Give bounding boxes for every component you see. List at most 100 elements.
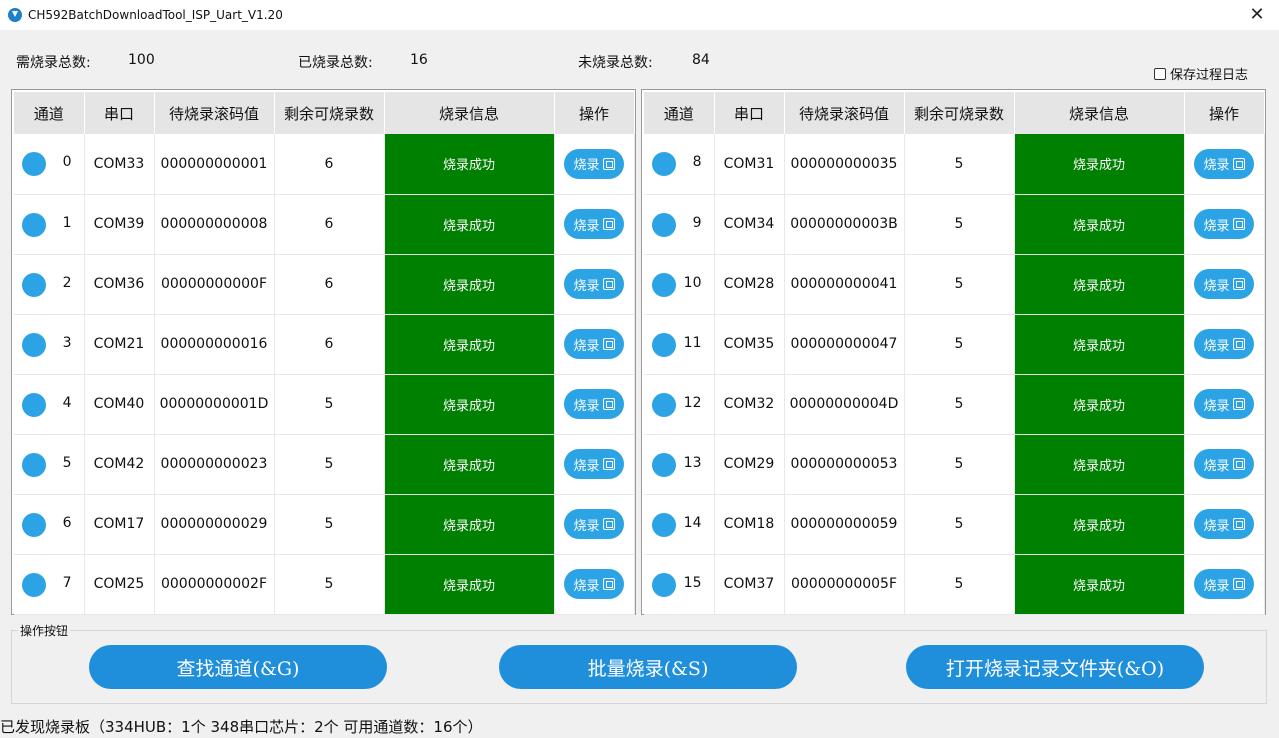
channel-cell: 0 [14, 134, 85, 195]
action-cell: 烧录 [554, 434, 635, 495]
burn-button[interactable]: 烧录 [564, 148, 624, 179]
remaining-cell: 5 [274, 494, 385, 555]
remaining-cell: 5 [904, 434, 1015, 495]
channel-number: 3 [62, 334, 72, 351]
chip-icon [1232, 338, 1245, 350]
table-row: 13 COM29 000000000053 5 烧录成功 烧录 [644, 434, 1265, 495]
remaining-cell: 5 [274, 374, 385, 435]
remaining-cell: 5 [904, 374, 1015, 435]
burn-button[interactable]: 烧录 [564, 509, 624, 539]
checkbox-box[interactable] [1154, 67, 1166, 80]
code-cell: 000000000008 [154, 194, 275, 255]
burn-button[interactable]: 烧录 [1194, 329, 1254, 359]
burn-info-cell: 烧录成功 [384, 254, 555, 315]
batch-burn-button[interactable]: 批量烧录(&S) [499, 645, 797, 689]
burn-button[interactable]: 烧录 [564, 389, 624, 419]
chip-icon [602, 278, 615, 290]
channel-panel-left: 通道 串口 待烧录滚码值 剩余可烧录数 烧录信息 操作 0 COM33 00000000000… [11, 89, 636, 615]
port-cell: COM28 [714, 254, 785, 315]
code-cell: 00000000002F [154, 554, 275, 615]
header-code: 待烧录滚码值 [784, 92, 905, 134]
table-row: 7 COM25 00000000002F 5 烧录成功 烧录 [14, 554, 635, 615]
burn-button-label: 烧录 [1203, 158, 1230, 174]
burn-button[interactable]: 烧录 [564, 329, 624, 359]
burn-button[interactable]: 烧录 [1194, 509, 1254, 539]
find-channel-button[interactable]: 查找通道(&G) [89, 645, 387, 689]
channel-status-indicator [652, 152, 676, 176]
close-button[interactable]: ✕ [1245, 3, 1269, 27]
total-count-label: 需烧录总数: [16, 55, 91, 71]
burn-button[interactable]: 烧录 [1194, 389, 1254, 419]
action-cell: 烧录 [554, 194, 635, 255]
burn-button-label: 烧录 [573, 158, 600, 174]
burn-info-cell: 烧录成功 [384, 374, 555, 435]
action-group-label: 操作按钮 [18, 622, 71, 639]
remaining-cell: 5 [274, 434, 385, 495]
chip-icon [1232, 398, 1245, 410]
code-cell: 000000000059 [784, 494, 905, 555]
code-cell: 000000000047 [784, 314, 905, 375]
burn-button[interactable]: 烧录 [1194, 449, 1254, 479]
port-cell: COM31 [714, 134, 785, 195]
table-row: 8 COM31 000000000035 5 烧录成功 烧录 [644, 134, 1265, 195]
remaining-cell: 5 [904, 134, 1015, 195]
channel-status-indicator [22, 392, 46, 417]
port-cell: COM25 [84, 554, 155, 615]
remaining-cell: 6 [274, 314, 385, 375]
table-row: 5 COM42 000000000023 5 烧录成功 烧录 [14, 434, 635, 495]
burn-button[interactable]: 烧录 [564, 269, 624, 299]
channel-status-indicator [22, 212, 46, 237]
channel-number: 11 [683, 334, 702, 351]
action-cell: 烧录 [554, 134, 635, 195]
channel-number: 8 [692, 154, 702, 170]
burn-info-cell: 烧录成功 [384, 434, 555, 495]
done-count-value: 16 [410, 52, 428, 68]
channel-cell: 15 [644, 554, 715, 615]
code-cell: 00000000003B [784, 194, 905, 255]
table-row: 10 COM28 000000000041 5 烧录成功 烧录 [644, 254, 1265, 315]
burn-button[interactable]: 烧录 [564, 569, 624, 599]
burn-button[interactable]: 烧录 [1194, 569, 1254, 599]
code-cell: 000000000023 [154, 434, 275, 495]
channel-status-indicator [22, 272, 46, 297]
action-cell: 烧录 [1184, 254, 1265, 315]
channel-number: 4 [62, 394, 72, 411]
status-text: 已发现烧录板（334HUB：1个 348串口芯片：2个 可用通道数：16个） [0, 717, 483, 736]
channel-table-right: 通道 串口 待烧录滚码值 剩余可烧录数 烧录信息 操作 8 COM31 00000000003… [644, 92, 1265, 615]
action-cell: 烧录 [1184, 194, 1265, 255]
burn-button[interactable]: 烧录 [1194, 148, 1254, 179]
channel-number: 9 [692, 214, 702, 231]
save-log-checkbox[interactable]: 保存过程日志 [1154, 64, 1248, 83]
table-row: 4 COM40 00000000001D 5 烧录成功 烧录 [14, 374, 635, 435]
channel-number: 12 [683, 394, 702, 411]
action-cell: 烧录 [1184, 494, 1265, 555]
channel-cell: 12 [644, 374, 715, 435]
port-cell: COM42 [84, 434, 155, 495]
channel-number: 2 [62, 274, 72, 291]
burn-button[interactable]: 烧录 [564, 449, 624, 479]
status-bar: 已发现烧录板（334HUB：1个 348串口芯片：2个 可用通道数：16个） [0, 714, 1279, 738]
burn-info-cell: 烧录成功 [1014, 374, 1185, 435]
header-port: 串口 [714, 92, 785, 134]
action-cell: 烧录 [554, 314, 635, 375]
burn-button[interactable]: 烧录 [564, 209, 624, 239]
port-cell: COM35 [714, 314, 785, 375]
table-row: 11 COM35 000000000047 5 烧录成功 烧录 [644, 314, 1265, 375]
table-row: 0 COM33 000000000001 6 烧录成功 烧录 [14, 134, 635, 195]
channel-status-indicator [652, 392, 676, 417]
code-cell: 000000000029 [154, 494, 275, 555]
burn-button[interactable]: 烧录 [1194, 269, 1254, 299]
burn-button[interactable]: 烧录 [1194, 209, 1254, 239]
channel-cell: 13 [644, 434, 715, 495]
action-cell: 烧录 [1184, 314, 1265, 375]
chip-icon [1232, 157, 1245, 170]
chip-icon [1232, 278, 1245, 290]
open-record-folder-button[interactable]: 打开烧录记录文件夹(&O) [906, 645, 1204, 689]
burn-button-label: 烧录 [573, 278, 600, 294]
port-cell: COM21 [84, 314, 155, 375]
port-cell: COM32 [714, 374, 785, 435]
window-title: CH592BatchDownloadTool_ISP_Uart_V1.20 [28, 8, 283, 22]
burn-info-cell: 烧录成功 [1014, 254, 1185, 315]
remaining-cell: 5 [904, 554, 1015, 615]
burn-button-label: 烧录 [573, 458, 600, 474]
